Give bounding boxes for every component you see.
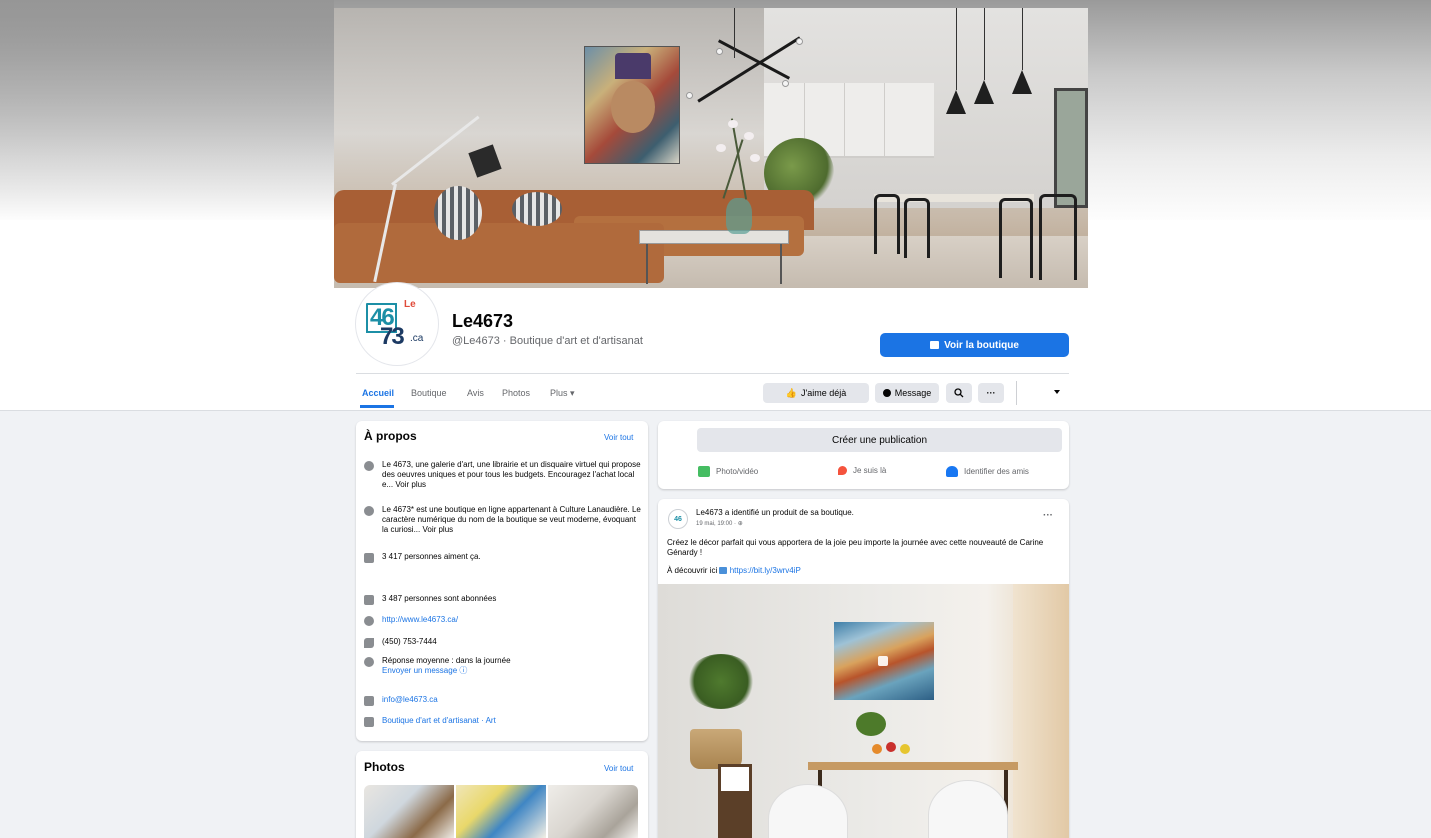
- see-more-link[interactable]: Voir plus: [422, 525, 453, 534]
- post-author-avatar[interactable]: 46: [668, 509, 688, 529]
- thumbs-up-icon: 👍: [785, 387, 797, 398]
- chat-icon: [364, 657, 374, 667]
- folder-icon: [364, 717, 374, 727]
- search-button[interactable]: [946, 383, 972, 403]
- post-timestamp[interactable]: 19 mai, 19:00 · ⊕: [696, 520, 743, 527]
- post-image[interactable]: [658, 584, 1069, 838]
- photo-video-button[interactable]: Photo/vidéo: [698, 466, 758, 477]
- post-author-line[interactable]: Le4673 a identifié un produit de sa bout…: [696, 508, 854, 517]
- see-more-link[interactable]: Voir plus: [395, 480, 426, 489]
- view-shop-label: Voir la boutique: [944, 339, 1019, 351]
- tab-shop[interactable]: Boutique: [411, 388, 447, 398]
- tab-home[interactable]: Accueil: [362, 388, 394, 398]
- phone-row: (450) 753-7444: [364, 637, 644, 648]
- photo-thumbnail[interactable]: [364, 785, 454, 838]
- actions-divider: [1016, 381, 1017, 405]
- product-tag-icon: [878, 656, 888, 666]
- thumbs-up-icon: [364, 553, 374, 563]
- website-row: http://www.le4673.ca/: [364, 615, 644, 626]
- logo: 46 Le 73 .ca: [366, 299, 434, 351]
- info-circle-icon: ⓘ: [459, 666, 468, 675]
- website-link[interactable]: http://www.le4673.ca/: [382, 615, 644, 626]
- tab-more[interactable]: Plus ▾: [550, 388, 575, 399]
- shop-icon: [930, 341, 940, 349]
- page-subtitle: @Le4673 · Boutique d'art et d'artisanat: [452, 335, 643, 347]
- about-title: À propos: [364, 429, 417, 443]
- post-text: Créez le décor parfait qui vous apporter…: [667, 538, 1044, 557]
- follow-icon: [364, 595, 374, 605]
- tag-friends-button[interactable]: Identifier des amis: [946, 466, 1029, 477]
- tab-reviews[interactable]: Avis: [467, 388, 484, 398]
- about-description-1: Le 4673, une galerie d'art, une librairi…: [364, 460, 644, 490]
- cover-photo[interactable]: [334, 8, 1088, 288]
- about-description-2: Le 4673* est une boutique en ligne appar…: [364, 505, 644, 535]
- tag-people-icon: [946, 466, 958, 477]
- likes-count: 3 417 personnes aiment ça.: [364, 552, 644, 563]
- email-row: info@le4673.ca: [364, 695, 644, 706]
- page-avatar[interactable]: 46 Le 73 .ca: [356, 283, 438, 365]
- divider: [356, 373, 1069, 374]
- post-url-link[interactable]: https://bit.ly/3wrv4iP: [730, 566, 801, 575]
- page-title[interactable]: Le4673: [452, 311, 513, 332]
- header-divider: [0, 410, 1431, 411]
- message-button[interactable]: Message: [875, 383, 939, 403]
- featured-artwork: [834, 622, 934, 700]
- photo-icon: [698, 466, 710, 477]
- phone-icon: [364, 638, 374, 648]
- response-time-row: Réponse moyenne : dans la journée Envoye…: [364, 656, 644, 676]
- header-fade: [0, 0, 334, 220]
- about-see-all-link[interactable]: Voir tout: [604, 433, 633, 442]
- email-link[interactable]: info@le4673.ca: [382, 695, 644, 706]
- location-pin-icon: [838, 466, 847, 475]
- category-row: Boutique d'art et d'artisanat · Art: [364, 716, 644, 727]
- messenger-icon: [882, 389, 891, 397]
- check-in-button[interactable]: Je suis là: [838, 466, 886, 475]
- link-icon: [719, 567, 728, 575]
- send-message-link[interactable]: Envoyer un message ⓘ: [382, 666, 467, 675]
- message-label: Message: [894, 388, 932, 398]
- chevron-down-icon[interactable]: [1054, 390, 1060, 394]
- photo-thumbnail[interactable]: [548, 785, 638, 838]
- photos-title: Photos: [364, 760, 405, 774]
- view-shop-button[interactable]: Voir la boutique: [880, 333, 1069, 357]
- like-button[interactable]: 👍 J'aime déjà: [763, 383, 869, 403]
- mail-icon: [364, 696, 374, 706]
- more-icon: ···: [986, 388, 996, 398]
- category-link[interactable]: Boutique d'art et d'artisanat · Art: [382, 716, 644, 727]
- search-icon: [954, 388, 964, 398]
- photo-thumbnail[interactable]: [456, 785, 546, 838]
- info-icon: [364, 506, 374, 516]
- tab-photos[interactable]: Photos: [502, 388, 530, 398]
- create-post-button[interactable]: Créer une publication: [697, 428, 1062, 452]
- like-label: J'aime déjà: [800, 388, 847, 398]
- cover-painting: [584, 46, 680, 164]
- more-button[interactable]: ···: [978, 383, 1004, 403]
- photos-see-all-link[interactable]: Voir tout: [604, 764, 633, 773]
- followers-count: 3 487 personnes sont abonnées: [364, 594, 644, 605]
- active-tab-indicator: [360, 405, 394, 408]
- post-link-line: À découvrir ici https://bit.ly/3wrv4iP: [667, 566, 801, 575]
- post-options-button[interactable]: ···: [1043, 510, 1053, 521]
- info-icon: [364, 461, 374, 471]
- globe-icon: [364, 616, 374, 626]
